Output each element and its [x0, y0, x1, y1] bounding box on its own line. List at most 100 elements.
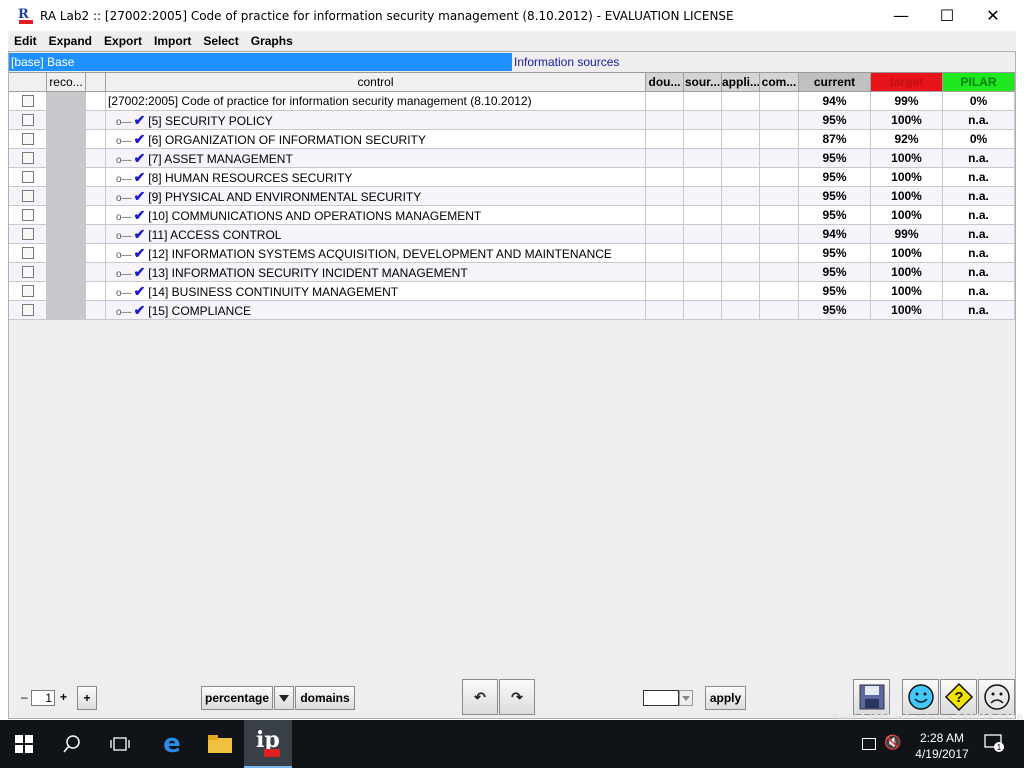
table-row[interactable]: o— ✔ [5] SECURITY POLICY 95% 100% n.a.	[9, 111, 1015, 130]
header-dou[interactable]: dou...	[646, 73, 684, 92]
row-checkbox[interactable]	[22, 285, 34, 297]
control-cell[interactable]: o— ✔ [8] HUMAN RESOURCES SECURITY	[106, 168, 646, 187]
maximize-button[interactable]: ☐	[924, 0, 970, 31]
close-button[interactable]: ✕	[970, 0, 1016, 31]
domains-button[interactable]: domains	[295, 686, 355, 710]
help-button[interactable]: ?	[940, 679, 977, 715]
breadcrumb[interactable]: [base] Base	[9, 53, 512, 71]
search-button[interactable]	[48, 720, 96, 768]
table-row[interactable]: o— ✔ [6] ORGANIZATION OF INFORMATION SECUR…	[9, 130, 1015, 149]
control-cell[interactable]: o— ✔ [9] PHYSICAL AND ENVIRONMENTAL SECURI…	[106, 187, 646, 206]
table-row[interactable]: [27002:2005] Code of practice for inform…	[9, 92, 1015, 111]
header-current[interactable]: current	[799, 73, 871, 92]
attribute-cell[interactable]	[722, 263, 760, 282]
expand-all-button[interactable]: +	[77, 686, 97, 710]
table-row[interactable]: o— ✔ [12] INFORMATION SYSTEMS ACQUISITION,…	[9, 244, 1015, 263]
level-decrease-button[interactable]: –	[21, 690, 28, 704]
attribute-cell[interactable]	[646, 282, 684, 301]
row-checkbox[interactable]	[22, 133, 34, 145]
header-sour[interactable]: sour...	[684, 73, 722, 92]
row-checkbox[interactable]	[22, 266, 34, 278]
attribute-cell[interactable]	[646, 92, 684, 111]
menu-edit[interactable]: Edit	[8, 34, 43, 48]
information-sources-link[interactable]: Information sources	[514, 53, 619, 71]
attribute-cell[interactable]	[646, 244, 684, 263]
attribute-cell[interactable]	[646, 168, 684, 187]
attribute-cell[interactable]	[722, 206, 760, 225]
attribute-cell[interactable]	[760, 225, 799, 244]
control-cell[interactable]: o— ✔ [14] BUSINESS CONTINUITY MANAGEMENT	[106, 282, 646, 301]
attribute-cell[interactable]	[684, 301, 722, 320]
attribute-cell[interactable]	[684, 111, 722, 130]
attribute-cell[interactable]	[684, 149, 722, 168]
control-cell[interactable]: [27002:2005] Code of practice for inform…	[106, 92, 646, 111]
attribute-cell[interactable]	[722, 168, 760, 187]
attribute-cell[interactable]	[684, 263, 722, 282]
attribute-cell[interactable]	[684, 187, 722, 206]
table-row[interactable]: o— ✔ [15] COMPLIANCE 95% 100% n.a.	[9, 301, 1015, 320]
start-button[interactable]	[0, 720, 48, 768]
attribute-cell[interactable]	[646, 187, 684, 206]
attribute-cell[interactable]	[760, 92, 799, 111]
value-input[interactable]	[643, 690, 679, 706]
row-checkbox[interactable]	[22, 171, 34, 183]
attribute-cell[interactable]	[646, 301, 684, 320]
clock[interactable]: 2:28 AM 4/19/2017	[912, 730, 972, 762]
control-cell[interactable]: o— ✔ [12] INFORMATION SYSTEMS ACQUISITION,…	[106, 244, 646, 263]
notification-center-button[interactable]: 1	[984, 734, 1004, 752]
row-checkbox[interactable]	[22, 152, 34, 164]
attribute-cell[interactable]	[684, 168, 722, 187]
attribute-cell[interactable]	[684, 282, 722, 301]
row-checkbox[interactable]	[22, 209, 34, 221]
attribute-cell[interactable]	[646, 130, 684, 149]
attribute-cell[interactable]	[760, 282, 799, 301]
header-reco[interactable]: reco...	[47, 73, 86, 92]
header-com[interactable]: com...	[760, 73, 799, 92]
attribute-cell[interactable]	[722, 92, 760, 111]
value-dropdown-button[interactable]	[679, 690, 693, 706]
volume-muted-icon[interactable]: 🔇	[884, 734, 901, 751]
table-row[interactable]: o— ✔ [10] COMMUNICATIONS AND OPERATIONS MA…	[9, 206, 1015, 225]
control-cell[interactable]: o— ✔ [5] SECURITY POLICY	[106, 111, 646, 130]
minimize-button[interactable]: —	[878, 0, 924, 31]
menu-import[interactable]: Import	[148, 34, 197, 48]
control-cell[interactable]: o— ✔ [6] ORGANIZATION OF INFORMATION SECUR…	[106, 130, 646, 149]
attribute-cell[interactable]	[722, 111, 760, 130]
level-input[interactable]: 1	[31, 690, 55, 706]
attribute-cell[interactable]	[684, 130, 722, 149]
file-explorer-button[interactable]	[196, 720, 244, 768]
table-row[interactable]: o— ✔ [13] INFORMATION SECURITY INCIDENT MA…	[9, 263, 1015, 282]
attribute-cell[interactable]	[646, 111, 684, 130]
attribute-cell[interactable]	[760, 263, 799, 282]
attribute-cell[interactable]	[760, 244, 799, 263]
attribute-cell[interactable]	[722, 149, 760, 168]
attribute-cell[interactable]	[760, 111, 799, 130]
row-checkbox[interactable]	[22, 228, 34, 240]
control-cell[interactable]: o— ✔ [7] ASSET MANAGEMENT	[106, 149, 646, 168]
table-row[interactable]: o— ✔ [9] PHYSICAL AND ENVIRONMENTAL SECURI…	[9, 187, 1015, 206]
attribute-cell[interactable]	[684, 244, 722, 263]
control-cell[interactable]: o— ✔ [15] COMPLIANCE	[106, 301, 646, 320]
control-cell[interactable]: o— ✔ [11] ACCESS CONTROL	[106, 225, 646, 244]
row-checkbox[interactable]	[22, 304, 34, 316]
header-select[interactable]	[9, 73, 47, 92]
row-checkbox[interactable]	[22, 114, 34, 126]
level-increase-button[interactable]: +	[60, 690, 67, 704]
save-button[interactable]	[853, 679, 890, 715]
undo-button[interactable]: ↶	[462, 679, 498, 715]
task-view-button[interactable]	[96, 720, 144, 768]
attribute-cell[interactable]	[722, 225, 760, 244]
table-row[interactable]: o— ✔ [14] BUSINESS CONTINUITY MANAGEMENT 95…	[9, 282, 1015, 301]
attribute-cell[interactable]	[722, 130, 760, 149]
sad-face-button[interactable]	[978, 679, 1015, 715]
attribute-cell[interactable]	[684, 225, 722, 244]
attribute-cell[interactable]	[646, 149, 684, 168]
attribute-cell[interactable]	[760, 187, 799, 206]
attribute-cell[interactable]	[646, 206, 684, 225]
attribute-cell[interactable]	[722, 244, 760, 263]
table-row[interactable]: o— ✔ [8] HUMAN RESOURCES SECURITY 95% 100% n.…	[9, 168, 1015, 187]
menu-export[interactable]: Export	[98, 34, 148, 48]
header-control[interactable]: control	[106, 73, 646, 92]
attribute-cell[interactable]	[760, 130, 799, 149]
apply-button[interactable]: apply	[705, 686, 746, 710]
